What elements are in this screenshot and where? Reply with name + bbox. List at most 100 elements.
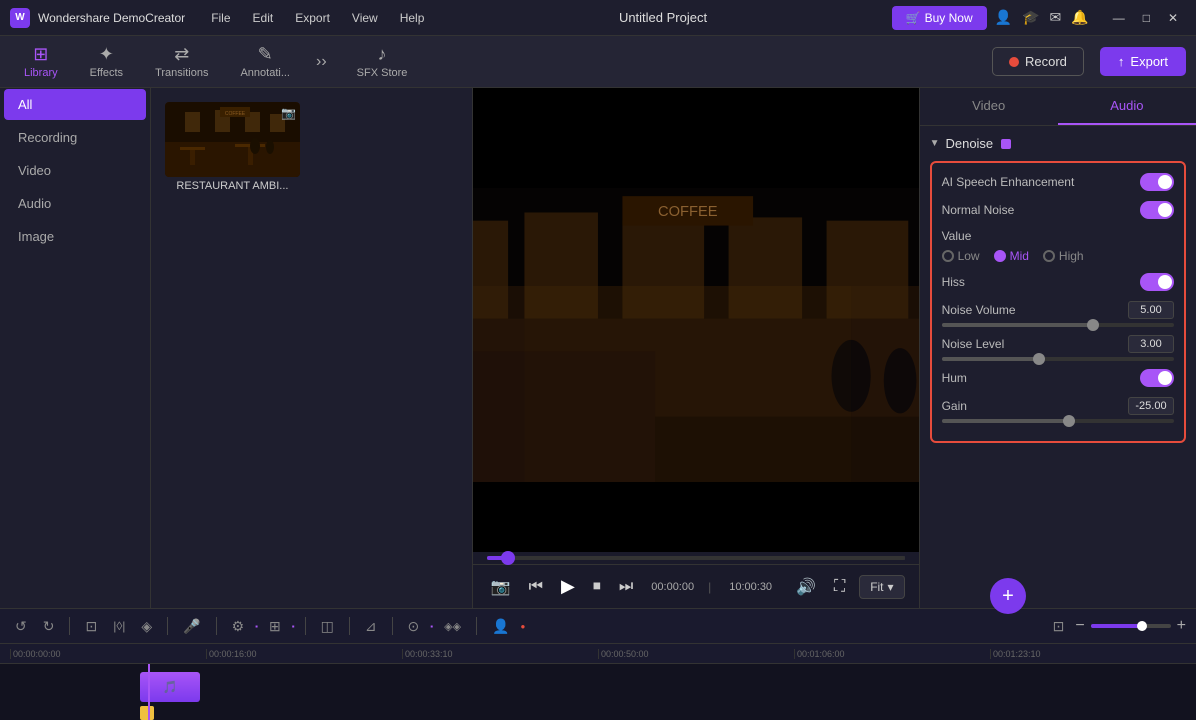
split-icon[interactable]: |◊| bbox=[108, 616, 130, 636]
crop-icon[interactable]: ⊡ bbox=[80, 615, 102, 638]
denoise-box: AI Speech Enhancement Normal Noise Value bbox=[930, 161, 1186, 443]
hum-toggle[interactable] bbox=[1140, 369, 1174, 387]
noise-volume-thumb[interactable] bbox=[1087, 319, 1099, 331]
value-section: Value Low Mid High bbox=[942, 229, 1174, 263]
noise-volume-value[interactable]: 5.00 bbox=[1128, 301, 1174, 319]
sidebar-item-recording[interactable]: Recording bbox=[4, 122, 146, 153]
sidebar: All Recording Video Audio Image bbox=[0, 88, 151, 608]
media-item[interactable]: COFFEE 📷 RESTAURANT AMBI... bbox=[165, 102, 300, 192]
redo-icon[interactable]: ↻ bbox=[38, 615, 60, 638]
emoji-icon[interactable]: ⊙ bbox=[403, 615, 425, 638]
tab-sfx-store[interactable]: ♪ SFX Store bbox=[343, 38, 422, 85]
tab-transitions[interactable]: ⇄ Transitions bbox=[141, 38, 222, 85]
screenshot-button[interactable]: 📷 bbox=[487, 573, 515, 601]
tab-annotations[interactable]: ✎ Annotati... bbox=[226, 38, 304, 85]
noise-level-thumb[interactable] bbox=[1033, 353, 1045, 365]
progress-container[interactable] bbox=[473, 552, 919, 564]
layout-icon[interactable]: ◫ bbox=[316, 615, 339, 638]
menu-help[interactable]: Help bbox=[390, 7, 435, 29]
preview-video-svg: COFFEE bbox=[473, 188, 919, 482]
value-low-radio[interactable] bbox=[942, 250, 954, 262]
menu-bar: File Edit Export View Help bbox=[201, 7, 434, 29]
zoom-in-button[interactable]: + bbox=[1177, 617, 1186, 635]
next-frame-button[interactable]: ⏭ bbox=[615, 574, 637, 600]
gain-thumb[interactable] bbox=[1063, 415, 1075, 427]
preview-progress-bar[interactable] bbox=[487, 556, 905, 560]
timeline-track[interactable]: 🎵 bbox=[0, 664, 1196, 720]
hiss-toggle[interactable] bbox=[1140, 273, 1174, 291]
settings-icon[interactable]: ⚙ bbox=[227, 615, 250, 638]
noise-level-row: Noise Level 3.00 bbox=[942, 335, 1174, 361]
play-button[interactable]: ▶ bbox=[557, 572, 579, 601]
preview-video: COFFEE bbox=[473, 188, 919, 482]
value-high-radio[interactable] bbox=[1043, 250, 1055, 262]
noise-level-slider[interactable] bbox=[942, 357, 1174, 361]
value-mid-option[interactable]: Mid bbox=[994, 249, 1029, 263]
gain-slider[interactable] bbox=[942, 419, 1174, 423]
zoom-slider[interactable] bbox=[1091, 624, 1171, 628]
media-thumb-inner: COFFEE bbox=[165, 102, 300, 177]
sidebar-item-image[interactable]: Image bbox=[4, 221, 146, 252]
bell-icon[interactable]: 🔔 bbox=[1071, 9, 1088, 26]
stop-button[interactable]: ⏹ bbox=[589, 574, 605, 600]
grid-ai-badge: ▪ bbox=[292, 622, 295, 631]
record-button[interactable]: Record bbox=[992, 47, 1084, 76]
sidebar-item-video[interactable]: Video bbox=[4, 155, 146, 186]
zoom-thumb[interactable] bbox=[1137, 621, 1147, 631]
menu-export[interactable]: Export bbox=[285, 7, 340, 29]
playhead[interactable] bbox=[148, 664, 150, 720]
buy-now-button[interactable]: 🛒 Buy Now bbox=[892, 6, 987, 30]
progress-thumb[interactable] bbox=[501, 551, 515, 565]
account-icon[interactable]: 👤 bbox=[995, 9, 1012, 26]
fit-button[interactable]: Fit ▾ bbox=[859, 575, 904, 599]
sidebar-item-all[interactable]: All bbox=[4, 89, 146, 120]
volume-button[interactable]: 🔊 bbox=[792, 573, 820, 601]
export-button[interactable]: ↑ Export bbox=[1100, 47, 1186, 76]
value-low-option[interactable]: Low bbox=[942, 249, 980, 263]
collapse-arrow-icon[interactable]: ▼ bbox=[930, 138, 940, 149]
normal-noise-toggle[interactable] bbox=[1140, 201, 1174, 219]
panel-tab-video[interactable]: Video bbox=[920, 88, 1058, 125]
fit-chevron-icon: ▾ bbox=[888, 580, 894, 594]
maximize-button[interactable]: □ bbox=[1135, 7, 1158, 29]
fullscreen-button[interactable]: ⛶ bbox=[830, 574, 849, 600]
minimize-button[interactable]: — bbox=[1105, 7, 1133, 29]
toolbar-sep-1 bbox=[69, 617, 70, 635]
tab-library[interactable]: ⊞ Library bbox=[10, 38, 72, 85]
menu-view[interactable]: View bbox=[342, 7, 388, 29]
grid-icon[interactable]: ⊞ bbox=[264, 615, 286, 638]
fit-screen-icon[interactable]: ⊡ bbox=[1048, 615, 1070, 638]
titlebar: W Wondershare DemoCreator File Edit Expo… bbox=[0, 0, 1196, 36]
close-button[interactable]: ✕ bbox=[1160, 7, 1186, 29]
menu-edit[interactable]: Edit bbox=[243, 7, 284, 29]
marker-icon[interactable]: ◈ bbox=[136, 615, 157, 638]
prev-frame-button[interactable]: ⏮ bbox=[525, 574, 547, 600]
noise-level-value[interactable]: 3.00 bbox=[1128, 335, 1174, 353]
undo-icon[interactable]: ↺ bbox=[10, 615, 32, 638]
value-mid-radio[interactable] bbox=[994, 250, 1006, 262]
media-panel: COFFEE 📷 RESTAURANT AMBI... + bbox=[151, 88, 473, 608]
ai-speech-toggle[interactable] bbox=[1140, 173, 1174, 191]
timeline-start-marker[interactable] bbox=[140, 706, 154, 720]
learn-icon[interactable]: 🎓 bbox=[1022, 9, 1039, 26]
more-tabs-button[interactable]: ›› bbox=[308, 49, 335, 75]
mail-icon[interactable]: ✉ bbox=[1050, 9, 1062, 26]
gain-value[interactable]: -25.00 bbox=[1128, 397, 1174, 415]
menu-file[interactable]: File bbox=[201, 7, 240, 29]
effects-btn-icon[interactable]: ◈◈ bbox=[439, 617, 466, 636]
preview-bottom-black bbox=[473, 482, 919, 552]
value-high-option[interactable]: High bbox=[1043, 249, 1084, 263]
app-name: Wondershare DemoCreator bbox=[38, 11, 185, 25]
zoom-out-button[interactable]: − bbox=[1075, 617, 1084, 635]
panel-tab-audio[interactable]: Audio bbox=[1058, 88, 1196, 125]
noise-volume-slider[interactable] bbox=[942, 323, 1174, 327]
user-icon[interactable]: 👤 bbox=[487, 615, 514, 638]
tab-effects[interactable]: ✦ Effects bbox=[76, 38, 137, 85]
gain-fill bbox=[942, 419, 1070, 423]
toolbar-sep-6 bbox=[392, 617, 393, 635]
noise-level-fill bbox=[942, 357, 1040, 361]
cursor-icon[interactable]: ⊿ bbox=[360, 615, 382, 638]
microphone-icon[interactable]: 🎤 bbox=[178, 615, 205, 638]
effects-icon: ✦ bbox=[99, 44, 114, 65]
sidebar-item-audio[interactable]: Audio bbox=[4, 188, 146, 219]
